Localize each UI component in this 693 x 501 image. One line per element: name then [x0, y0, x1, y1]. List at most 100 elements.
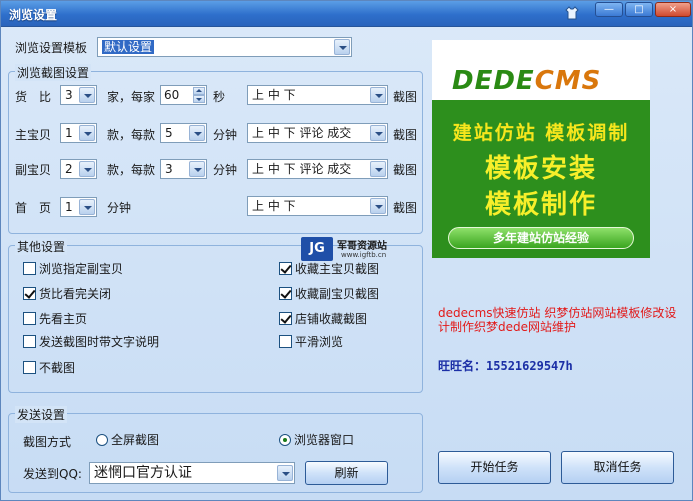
main-item-minutes-value: 5 [165, 126, 173, 140]
chevron-down-icon[interactable] [79, 161, 95, 177]
chevron-down-icon[interactable] [370, 198, 386, 214]
spin-up-icon[interactable] [193, 87, 205, 95]
main-item-shot-label: 截图 [393, 128, 418, 142]
checkbox-close-after-compare[interactable]: 货比看完关闭 [23, 287, 111, 303]
checkbox-box[interactable] [279, 335, 292, 348]
checkbox-smooth-browse[interactable]: 平滑浏览 [279, 335, 343, 351]
sub-item-minutes-select[interactable]: 3 [160, 159, 207, 179]
compare-unit-label: 家，每家 [107, 90, 156, 104]
compare-count-select[interactable]: 3 [60, 85, 97, 105]
homepage-shot-label: 截图 [393, 201, 418, 215]
homepage-order-select[interactable]: 上 中 下 [247, 196, 388, 216]
main-item-minutes-select[interactable]: 5 [160, 123, 207, 143]
sub-item-minutes-value: 3 [165, 162, 173, 176]
maximize-button[interactable]: □ [625, 2, 653, 17]
minimize-button[interactable]: — [595, 2, 623, 17]
checkbox-fav-sub-shot[interactable]: 收藏副宝贝截图 [279, 287, 379, 303]
start-task-button[interactable]: 开始任务 [438, 451, 551, 484]
radio-label: 浏览器窗口 [294, 433, 355, 447]
browse-settings-window: 浏览设置 — □ × 浏览设置模板 默认设置 浏览截图设置 货 比 3 家，每家… [0, 0, 693, 501]
row-label-sub-item: 副宝贝 [15, 163, 52, 177]
main-item-count-value: 1 [65, 126, 73, 140]
checkbox-view-homepage-first[interactable]: 先看主页 [23, 312, 87, 328]
radio-dot[interactable] [96, 434, 108, 446]
template-select[interactable]: 默认设置 [97, 37, 352, 57]
logo-left: DEDE [452, 66, 535, 96]
chevron-down-icon[interactable] [370, 161, 386, 177]
chevron-down-icon[interactable] [79, 125, 95, 141]
close-button[interactable]: × [655, 2, 691, 17]
chevron-down-icon[interactable] [189, 125, 205, 141]
homepage-unit-label: 分钟 [107, 201, 132, 215]
checkbox-label: 收藏副宝贝截图 [295, 287, 380, 301]
watermark-logo: JG 军哥资源站 www.igftb.cn [301, 237, 411, 267]
radio-dot[interactable] [279, 434, 291, 446]
checkbox-label: 浏览指定副宝贝 [39, 262, 124, 276]
checkbox-view-sub-item[interactable]: 浏览指定副宝贝 [23, 262, 123, 278]
sub-item-count-select[interactable]: 2 [60, 159, 97, 179]
sub-item-minutes-unit: 分钟 [213, 163, 238, 177]
chevron-down-icon[interactable] [334, 39, 350, 55]
spin-down-icon[interactable] [193, 95, 205, 103]
compare-count-value: 3 [65, 88, 73, 102]
checkbox-box[interactable] [279, 312, 292, 325]
radio-label: 全屏截图 [111, 433, 160, 447]
checkbox-box[interactable] [23, 312, 36, 325]
main-item-count-select[interactable]: 1 [60, 123, 97, 143]
group-title: 其他设置 [15, 238, 68, 255]
checkbox-shop-fav-shot[interactable]: 店铺收藏截图 [279, 312, 367, 328]
watermark-badge: JG [301, 237, 333, 261]
checkbox-label: 平滑浏览 [295, 335, 344, 349]
homepage-minutes-select[interactable]: 1 [60, 197, 97, 217]
cancel-task-button[interactable]: 取消任务 [561, 451, 674, 484]
template-label: 浏览设置模板 [15, 41, 88, 55]
compare-order-select[interactable]: 上 中 下 [247, 85, 388, 105]
compare-seconds-value: 60 [164, 88, 180, 102]
row-label-main-item: 主宝贝 [15, 128, 52, 142]
checkbox-box[interactable] [279, 287, 292, 300]
checkbox-no-screenshot[interactable]: 不截图 [23, 361, 75, 377]
promo-text: dedecms快速仿站 织梦仿站网站模板修改设计制作织梦dede网站维护 [438, 306, 677, 334]
sub-item-count-value: 2 [65, 162, 73, 176]
send-qq-value: 迷惘口官方认证 [94, 465, 192, 481]
checkbox-label: 先看主页 [39, 312, 88, 326]
sub-item-shot-label: 截图 [393, 163, 418, 177]
refresh-button[interactable]: 刷新 [305, 461, 388, 485]
chevron-down-icon[interactable] [370, 87, 386, 103]
checkbox-send-caption[interactable]: 发送截图时带文字说明 [23, 335, 159, 351]
group-title: 发送设置 [15, 406, 68, 423]
checkbox-box[interactable] [23, 287, 36, 300]
checkbox-label: 货比看完关闭 [39, 287, 112, 301]
title-bar: 浏览设置 — □ × [1, 1, 692, 27]
send-qq-label: 发送到QQ: [23, 467, 82, 481]
homepage-order-value: 上 中 下 [252, 199, 296, 213]
main-item-minutes-unit: 分钟 [213, 128, 238, 142]
dedecms-logo: DEDECMS [452, 66, 601, 96]
window-title: 浏览设置 [9, 8, 58, 22]
homepage-minutes-value: 1 [65, 200, 73, 214]
sub-item-order-select[interactable]: 上 中 下 评论 成交 [247, 159, 388, 179]
chevron-down-icon[interactable] [370, 125, 386, 141]
checkbox-box[interactable] [23, 335, 36, 348]
capture-mode-label: 截图方式 [23, 435, 72, 449]
watermark-name: 军哥资源站 [337, 241, 387, 252]
skin-icon[interactable] [565, 6, 579, 20]
chevron-down-icon[interactable] [189, 161, 205, 177]
send-qq-select[interactable]: 迷惘口官方认证 [89, 462, 295, 484]
chevron-down-icon[interactable] [79, 199, 95, 215]
group-title: 浏览截图设置 [15, 64, 92, 81]
sub-item-unit-label: 款，每款 [107, 163, 156, 177]
chevron-down-icon[interactable] [79, 87, 95, 103]
checkbox-box[interactable] [23, 361, 36, 374]
main-item-order-select[interactable]: 上 中 下 评论 成交 [247, 123, 388, 143]
checkbox-box[interactable] [23, 262, 36, 275]
radio-full-screen[interactable]: 全屏截图 [96, 433, 159, 449]
compare-seconds-unit: 秒 [213, 90, 226, 104]
checkbox-box[interactable] [279, 262, 292, 275]
banner-line-2: 模板安装 [484, 154, 597, 184]
checkbox-label: 店铺收藏截图 [295, 312, 368, 326]
chevron-down-icon[interactable] [277, 465, 293, 481]
compare-seconds-spinner[interactable]: 60 [160, 85, 207, 105]
radio-browser-window[interactable]: 浏览器窗口 [279, 433, 354, 449]
checkbox-label: 发送截图时带文字说明 [39, 335, 160, 349]
